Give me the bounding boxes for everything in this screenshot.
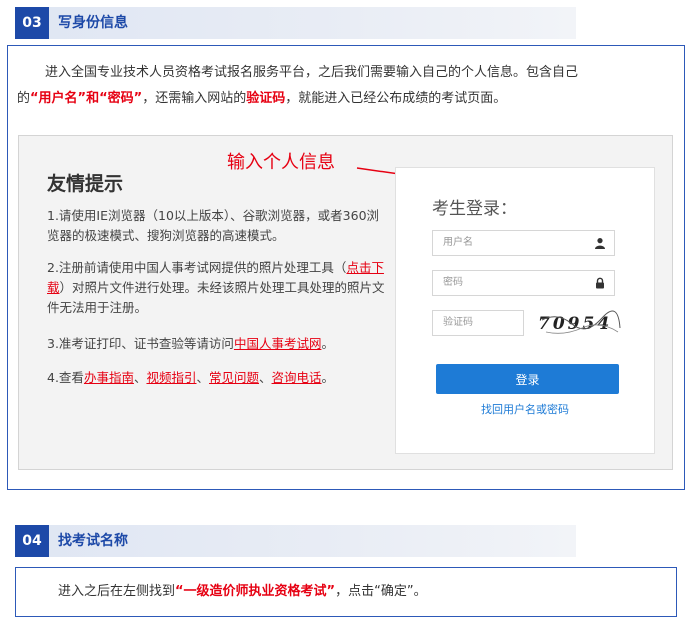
highlight-credentials: “用户名”和“密码”	[30, 91, 143, 106]
captcha-field[interactable]: 验证码	[432, 310, 524, 336]
section-03-header: 03 写身份信息	[15, 7, 576, 39]
tip-browser: 1.请使用IE浏览器（10以上版本）、谷歌浏览器，或者360浏览器的极速模式、搜…	[47, 208, 380, 243]
highlight-captcha: 验证码	[246, 91, 286, 106]
section-number-badge: 04	[15, 525, 49, 557]
intro-paragraph: 进入全国专业技术人员资格考试报名服务平台，之后我们需要输入自己的个人信息。包含自…	[17, 60, 677, 112]
section-title: 写身份信息	[58, 15, 128, 31]
annotation-label: 输入个人信息	[227, 152, 335, 173]
forgot-credentials-link[interactable]: 找回用户名或密码	[396, 401, 654, 417]
cpta-link[interactable]: 中国人事考试网	[234, 336, 322, 351]
video-link[interactable]: 视频指引	[146, 370, 196, 385]
captcha-noise-icon	[541, 310, 621, 334]
section-title: 找考试名称	[58, 533, 128, 549]
highlight-exam-name: “一级造价师执业资格考试”	[175, 584, 336, 599]
section-04-content: 进入之后在左侧找到“一级造价师执业资格考试”，点击“确定”。	[15, 567, 677, 617]
tips-title: 友情提示	[47, 173, 124, 195]
section-number-badge: 03	[15, 7, 49, 39]
login-button[interactable]: 登录	[436, 364, 619, 394]
login-page-screenshot: 友情提示 1.请使用IE浏览器（10以上版本）、谷歌浏览器，或者360浏览器的极…	[18, 135, 673, 470]
password-field[interactable]: 密码	[432, 270, 615, 296]
contact-link[interactable]: 咨询电话	[272, 370, 322, 385]
section-04-header: 04 找考试名称	[15, 525, 576, 557]
tip-help: 4.查看办事指南、视频指引、常见问题、咨询电话。	[47, 370, 335, 385]
intro-line-2: 的“用户名”和“密码”，还需输入网站的验证码，就能进入已经公布成绩的考试页面。	[17, 91, 507, 106]
login-title: 考生登录：	[432, 199, 517, 219]
user-icon	[595, 238, 605, 249]
intro-line-1: 进入全国专业技术人员资格考试报名服务平台，之后我们需要输入自己的个人信息。包含自…	[45, 65, 579, 80]
step4-paragraph: 进入之后在左侧找到“一级造价师执业资格考试”，点击“确定”。	[58, 584, 427, 599]
tip-admission: 3.准考证打印、证书查验等请访问中国人事考试网。	[47, 336, 334, 351]
guide-link[interactable]: 办事指南	[84, 370, 134, 385]
lock-icon	[596, 277, 604, 289]
faq-link[interactable]: 常见问题	[209, 370, 259, 385]
username-field[interactable]: 用户名	[432, 230, 615, 256]
login-panel: 考生登录： 用户名 密码 验证码 70954 登录 找回用户名或密码	[395, 167, 655, 454]
tip-photo-tool: 2.注册前请使用中国人事考试网提供的照片处理工具（点击下载）对照片文件进行处理。…	[47, 260, 385, 315]
captcha-image[interactable]: 70954	[538, 310, 622, 338]
